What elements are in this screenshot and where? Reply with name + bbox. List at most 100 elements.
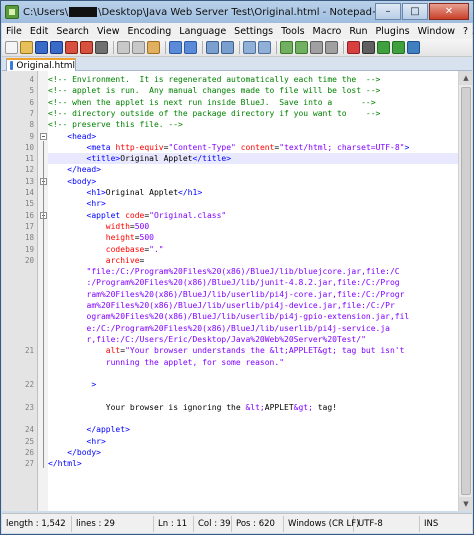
save-icon[interactable] xyxy=(35,41,48,54)
menu-window[interactable]: Window xyxy=(414,26,459,37)
menu-tools[interactable]: Tools xyxy=(277,26,308,37)
code-token: &lt; xyxy=(245,402,265,412)
close-button[interactable]: ✕ xyxy=(429,3,469,20)
play-macro-icon[interactable] xyxy=(377,41,390,54)
code-token: archive xyxy=(105,255,140,265)
code-line[interactable]: <applet code="Original.class" xyxy=(48,210,227,221)
code-line[interactable]: <hr> xyxy=(48,198,106,209)
menu-plugins[interactable]: Plugins xyxy=(372,26,414,37)
code-token: 500 xyxy=(134,221,150,231)
code-line[interactable]: <title>Original Applet</title> xyxy=(48,153,232,164)
code-line[interactable]: </html> xyxy=(48,458,82,469)
code-token: > xyxy=(404,142,410,152)
run-macro-multiple-icon[interactable] xyxy=(392,41,405,54)
tab-label: Original.html xyxy=(16,60,75,71)
menu-settings[interactable]: Settings xyxy=(230,26,277,37)
print-icon[interactable] xyxy=(95,41,108,54)
code-line[interactable]: ram%20Files%20(x86)/BlueJ/lib/userlib/pi… xyxy=(48,289,405,300)
code-line[interactable]: <meta http-equiv="Content-Type" content=… xyxy=(48,142,410,153)
open-file-icon[interactable] xyxy=(20,41,33,54)
menu-macro[interactable]: Macro xyxy=(309,26,346,37)
maximize-button[interactable]: □ xyxy=(402,3,428,20)
code-line[interactable]: <body> xyxy=(48,176,96,187)
toolbar-separator xyxy=(276,41,277,54)
saved-file-icon xyxy=(10,61,14,70)
code-line[interactable]: <head> xyxy=(48,131,96,142)
find-icon[interactable] xyxy=(206,41,219,54)
code-line[interactable]: <!-- when the applet is next run inside … xyxy=(48,97,376,108)
save-macro-icon[interactable] xyxy=(407,41,420,54)
minimize-button[interactable]: – xyxy=(375,3,401,20)
menu-file[interactable]: File xyxy=(2,26,26,37)
code-line[interactable]: "file:/C:/Program%20Files%20(x86)/BlueJ/… xyxy=(48,266,400,277)
redo-icon[interactable] xyxy=(184,41,197,54)
menu-help[interactable]: ? xyxy=(459,26,472,37)
save-all-icon[interactable] xyxy=(50,41,63,54)
code-line[interactable]: height=500 xyxy=(48,232,154,243)
code-line[interactable]: alt="Your browser understands the &lt;AP… xyxy=(48,345,405,356)
paste-icon[interactable] xyxy=(147,41,160,54)
menu-search[interactable]: Search xyxy=(52,26,93,37)
code-token: :/Program%20Files%20(x86)/BlueJ/lib/juni… xyxy=(48,278,400,288)
close-file-icon[interactable] xyxy=(65,41,78,54)
show-all-chars-icon[interactable] xyxy=(310,41,323,54)
line-number: 9 xyxy=(29,131,34,141)
scrollbar-thumb[interactable] xyxy=(461,87,471,495)
code-line[interactable]: <hr> xyxy=(48,436,106,447)
new-file-icon[interactable] xyxy=(5,41,18,54)
code-editor[interactable]: 4 5 6 7 8 9 10 11 12 13 14 15 16 17 18 19 20 21 22 23 24 25 26… xyxy=(2,71,472,511)
code-line[interactable]: ogram%20Files%20(x86)/BlueJ/lib/userlib/… xyxy=(48,311,410,322)
code-line[interactable]: <!-- applet is run. Any manual changes m… xyxy=(48,85,380,96)
copy-icon[interactable] xyxy=(132,41,145,54)
code-token: <hr> xyxy=(86,436,106,446)
code-token: e:/C:/Program%20Files%20(x86)/BlueJ/lib/… xyxy=(48,323,390,333)
menu-view[interactable]: View xyxy=(93,26,124,37)
code-line[interactable]: <!-- Environment. It is regenerated auto… xyxy=(48,74,380,85)
vertical-scrollbar[interactable]: ▲ ▼ xyxy=(458,71,472,511)
code-line[interactable]: e:/C:/Program%20Files%20(x86)/BlueJ/lib/… xyxy=(48,323,390,334)
sync-scroll-icon[interactable] xyxy=(280,41,293,54)
cut-icon[interactable] xyxy=(117,41,130,54)
status-pos: Pos : 620 xyxy=(232,515,284,532)
code-line[interactable]: <!-- directory outside of the package di… xyxy=(48,108,380,119)
code-token: <!-- directory outside of the package di… xyxy=(48,108,381,118)
stop-macro-icon[interactable] xyxy=(362,41,375,54)
scroll-down-icon[interactable]: ▼ xyxy=(459,497,472,511)
tab-original-html[interactable]: Original.html xyxy=(6,58,76,71)
code-line[interactable]: </body> xyxy=(48,447,101,458)
code-line[interactable]: :/Program%20Files%20(x86)/BlueJ/lib/juni… xyxy=(48,277,400,288)
code-text-area[interactable]: <!-- Environment. It is regenerated auto… xyxy=(48,71,458,511)
code-line[interactable]: <h1>Original Applet</h1> xyxy=(48,187,203,198)
fold-toggle-icon[interactable] xyxy=(40,132,47,140)
menu-encoding[interactable]: Encoding xyxy=(124,26,176,37)
code-line[interactable]: am%20Files%20(x86)/BlueJ/lib/userlib/pi4… xyxy=(48,300,395,311)
code-line[interactable]: <!-- preserve this file. --> xyxy=(48,119,183,130)
zoom-out-icon[interactable] xyxy=(258,41,271,54)
code-line[interactable]: Your browser is ignoring the &lt;APPLET&… xyxy=(48,402,337,413)
code-token: APPLET xyxy=(264,402,294,412)
code-line[interactable]: archive= xyxy=(48,255,145,266)
line-number-gutter: 4 5 6 7 8 9 10 11 12 13 14 15 16 17 18 19 20 21 22 23 24 25 26… xyxy=(2,71,38,511)
replace-icon[interactable] xyxy=(221,41,234,54)
title-bar[interactable]: C:\Users\ \Desktop\Java Web Server Test\… xyxy=(1,1,473,23)
code-line[interactable]: r,file:/C:/Users/Eric/Desktop/Java%20Web… xyxy=(48,334,366,345)
record-macro-icon[interactable] xyxy=(347,41,360,54)
code-line[interactable]: </head> xyxy=(48,164,101,175)
code-line[interactable]: codebase="." xyxy=(48,244,164,255)
menu-run[interactable]: Run xyxy=(345,26,371,37)
undo-icon[interactable] xyxy=(169,41,182,54)
menu-edit[interactable]: Edit xyxy=(26,26,52,37)
code-line[interactable]: </applet> xyxy=(48,424,130,435)
code-line[interactable]: width=500 xyxy=(48,221,149,232)
code-line[interactable]: running the applet, for some reason." xyxy=(48,357,284,368)
zoom-in-icon[interactable] xyxy=(243,41,256,54)
close-all-icon[interactable] xyxy=(80,41,93,54)
code-line[interactable]: > xyxy=(48,379,96,390)
scroll-up-icon[interactable]: ▲ xyxy=(459,71,472,85)
menu-language[interactable]: Language xyxy=(175,26,230,37)
indent-guide-icon[interactable] xyxy=(325,41,338,54)
word-wrap-icon[interactable] xyxy=(295,41,308,54)
